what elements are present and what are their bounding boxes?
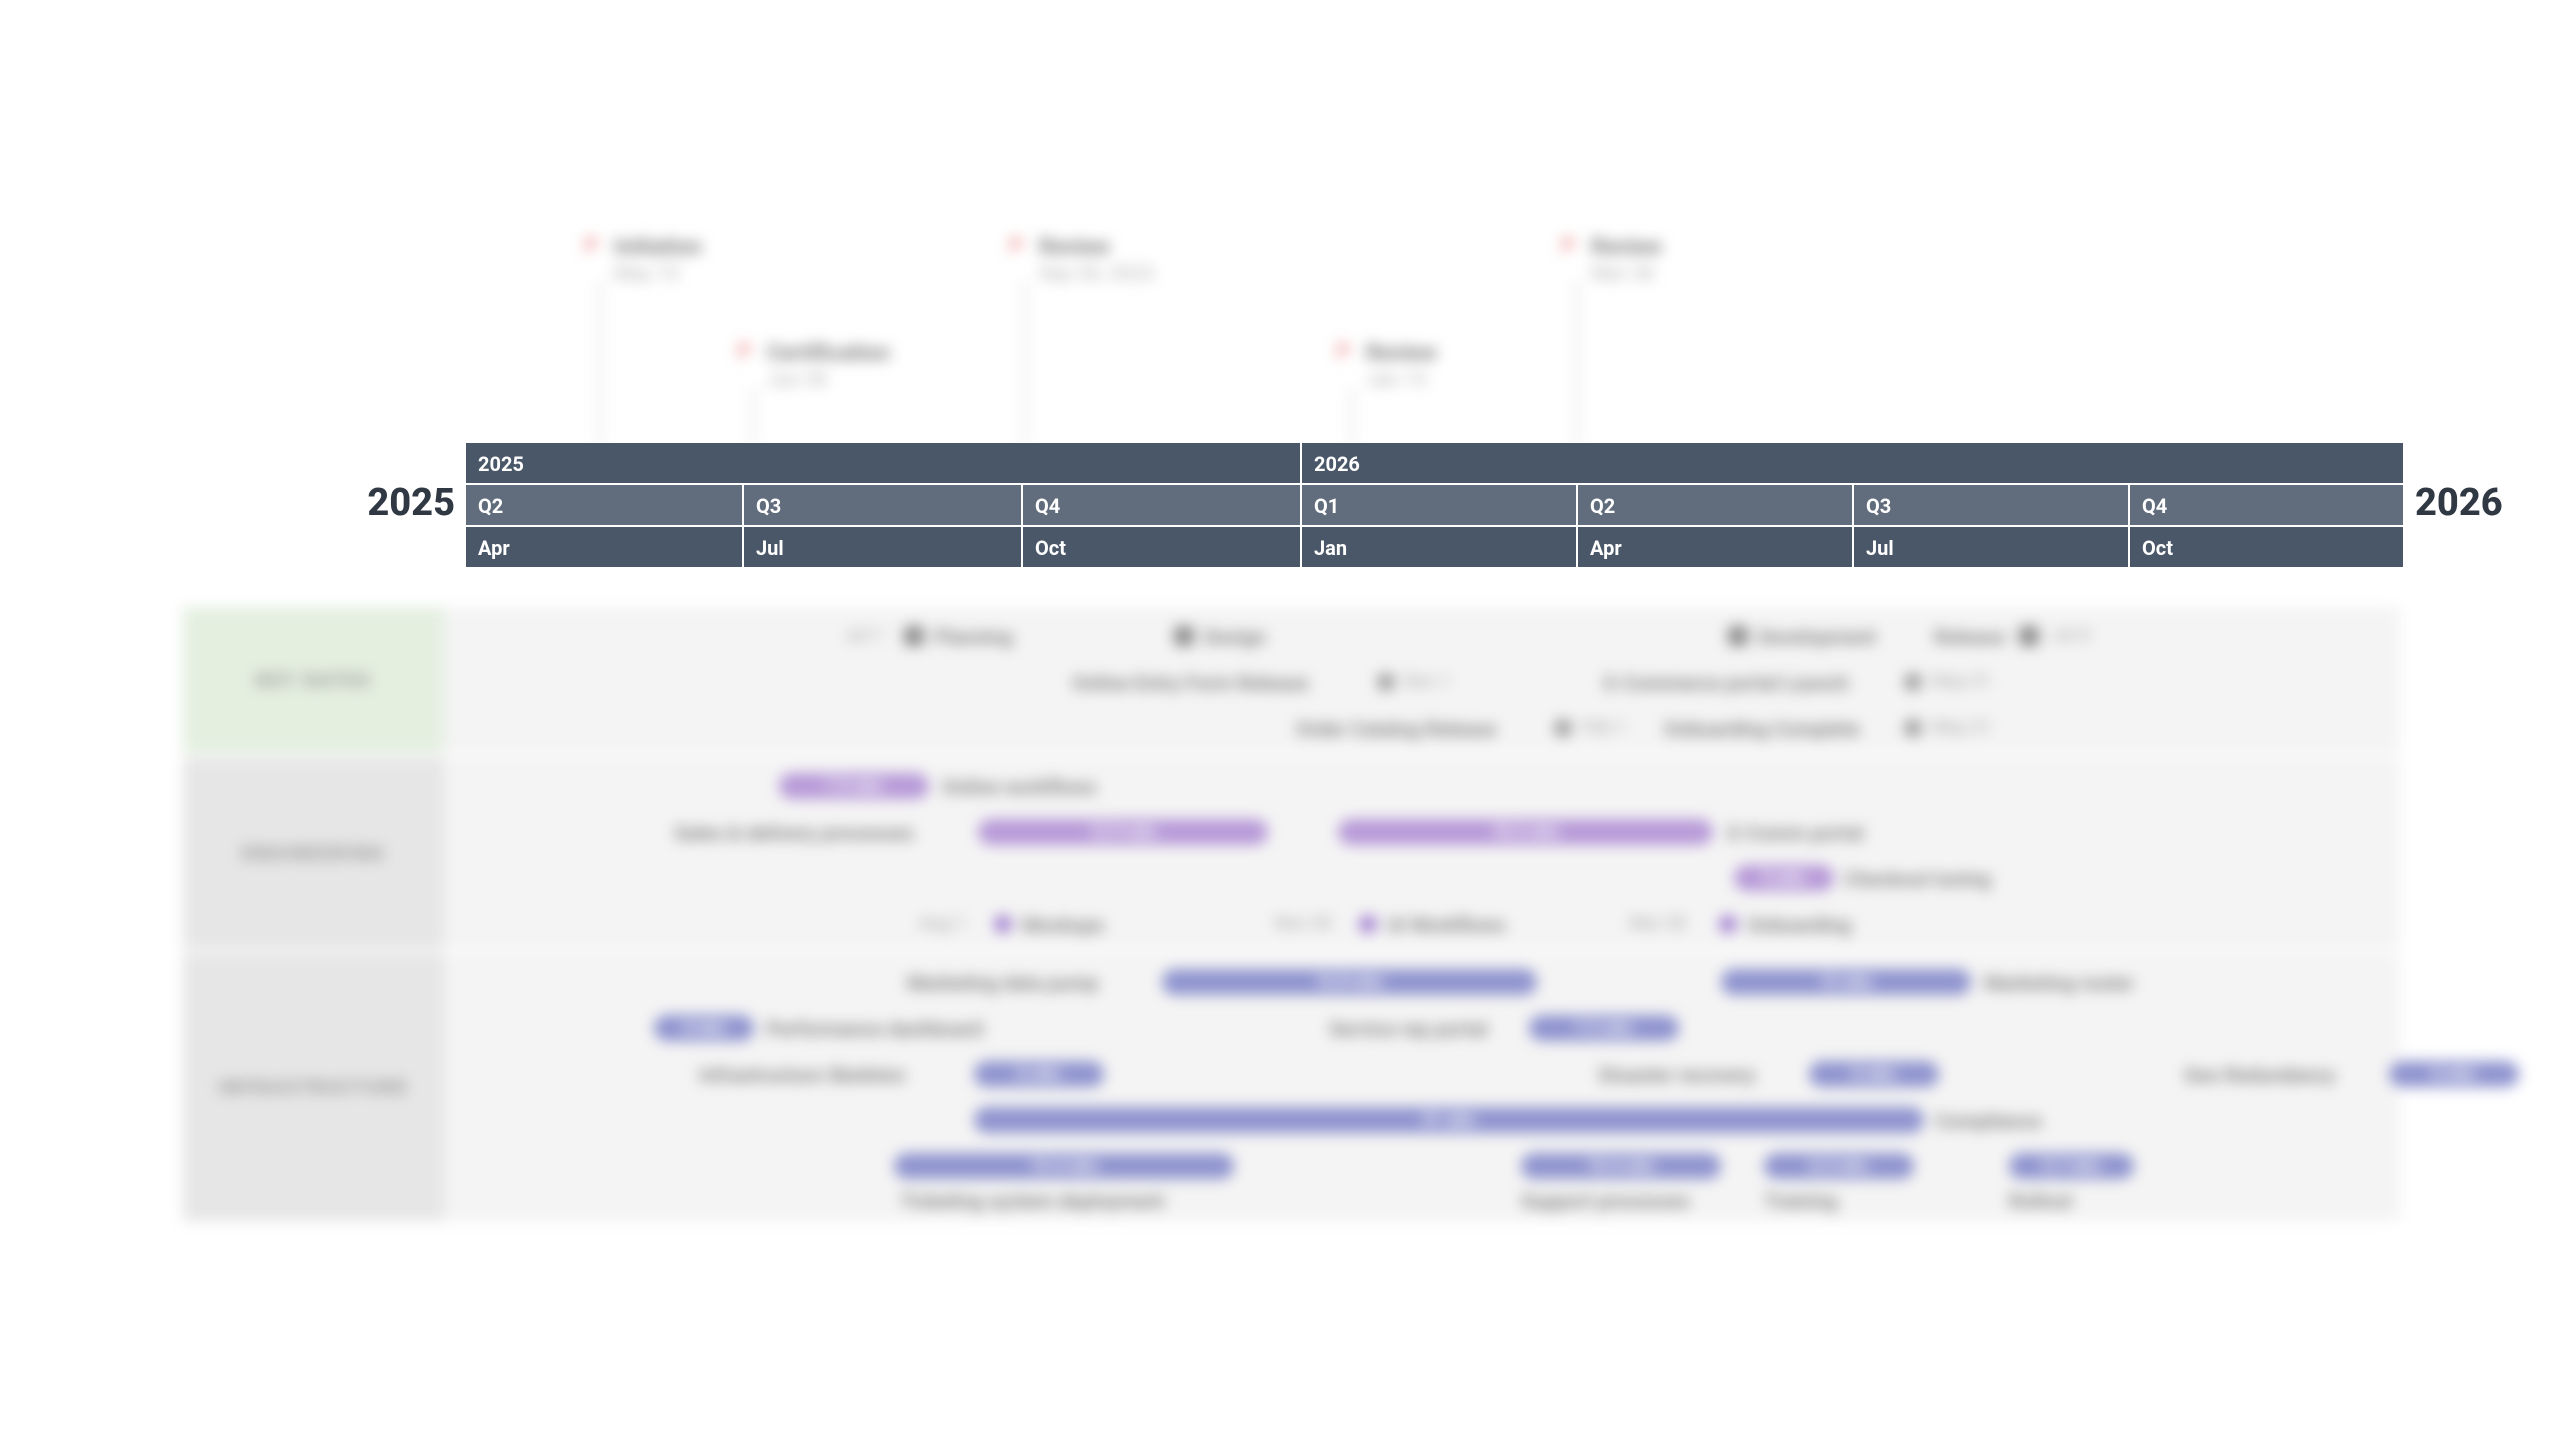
task-bar: 12.9 wks (978, 819, 1268, 845)
square-icon (2019, 626, 2039, 646)
lane-engineering: ENGINEERING 7.9 wks Online workflows Sal… (183, 757, 2400, 949)
dot-icon (1719, 915, 1737, 933)
timescale-quarter: Q2 (466, 485, 744, 525)
milestone-date: Jan 13 (1366, 367, 1437, 391)
milestone-date: Sep 30, 2023 (1039, 261, 1154, 285)
task-bar: 18.2 wks (1338, 819, 1713, 845)
square-icon (904, 626, 924, 646)
milestone-flag: ReviewJan 13 (1334, 341, 1437, 391)
timescale-quarter: Q3 (744, 485, 1023, 525)
dot-icon (1554, 719, 1572, 737)
lane-header: ENGINEERING (183, 757, 444, 949)
flag-icon (735, 341, 757, 363)
timescale-quarter: Q4 (2130, 485, 2403, 525)
timescale-month: Jan (1302, 527, 1578, 567)
milestone-title: Review (1591, 235, 1662, 261)
task-bar: 5 wks (1734, 865, 1834, 891)
flag-icon (1334, 341, 1356, 363)
task-bar: 4 wks (654, 1015, 754, 1041)
task-bar: 12 wks (1721, 969, 1971, 995)
task-bar: 41 wks (974, 1107, 1924, 1133)
milestone-flag: ReviewSep 30, 2023 (1007, 235, 1154, 285)
milestone-flag: CertificationJun 30 (735, 341, 890, 391)
dot-icon (994, 915, 1012, 933)
timescale-month: Jul (744, 527, 1023, 567)
square-icon (1728, 626, 1748, 646)
task-bar: 16.8 wks (1162, 969, 1537, 995)
timescale-month: Jul (1854, 527, 2130, 567)
milestone-date: Mar 28 (1591, 261, 1662, 285)
timescale-month: Oct (1023, 527, 1302, 567)
task-bar: 7.9 wks (779, 773, 929, 799)
dot-icon (1377, 673, 1395, 691)
dot-icon (1904, 719, 1922, 737)
timescale-month: Oct (2130, 527, 2403, 567)
timescale-quarter: Q4 (1023, 485, 1302, 525)
lane-header: KEY DATES (183, 607, 444, 753)
milestone-flag: InitiationMay 10 (582, 235, 702, 285)
square-icon (1174, 626, 1194, 646)
timescale-quarter: Q1 (1302, 485, 1578, 525)
flag-icon (582, 235, 604, 257)
milestone-title: Review (1366, 341, 1437, 367)
timescale-quarter: Q3 (1854, 485, 2130, 525)
dot-icon (1904, 673, 1922, 691)
timescale-year: 2025 (466, 443, 1302, 483)
lane-header: INFRASTRUCTURE (183, 953, 444, 1221)
year-label-left: 2025 (367, 481, 455, 525)
lane-infrastructure: INFRASTRUCTURE Marketing data pump 16.8 … (183, 953, 2400, 1221)
milestone-flag: ReviewMar 28 (1559, 235, 1662, 285)
timescale-quarter: Q2 (1578, 485, 1854, 525)
task-bar: 6 wks (1809, 1061, 1939, 1087)
swimlanes: KEY DATES Jul 1 Planning Design Developm… (183, 607, 2400, 1225)
timescale-quarters: Q2 Q3 Q4 Q1 Q2 Q3 Q4 (466, 483, 2403, 525)
lane-key-dates: KEY DATES Jul 1 Planning Design Developm… (183, 607, 2400, 753)
milestone-title: Review (1039, 235, 1154, 261)
task-bar: 6 wks (974, 1061, 1104, 1087)
task-bar: 7.2 wks (1529, 1015, 1679, 1041)
milestone-date: Jun 30 (767, 367, 890, 391)
milestone-date: May 10 (614, 261, 702, 285)
timescale: 2025 2026 Q2 Q3 Q4 Q1 Q2 Q3 Q4 Apr Jul O… (466, 443, 2403, 567)
dot-icon (1359, 915, 1377, 933)
flag-icon (1007, 235, 1029, 257)
task-bar: 6.2 wks (1764, 1153, 1914, 1179)
task-bar: 6 wks (2389, 1061, 2519, 1087)
timescale-month: Apr (1578, 527, 1854, 567)
flag-icon (1559, 235, 1581, 257)
task-bar: 10.4 wks (1521, 1153, 1721, 1179)
timescale-year: 2026 (1302, 443, 2403, 483)
timescale-years: 2025 2026 (466, 443, 2403, 483)
task-bar: 5.7 wks (2009, 1153, 2134, 1179)
milestone-title: Initiation (614, 235, 702, 261)
timescale-month: Apr (466, 527, 744, 567)
milestone-title: Certification (767, 341, 890, 367)
task-bar: 15.4 wks (894, 1153, 1234, 1179)
year-label-right: 2026 (2415, 481, 2503, 525)
timescale-months: Apr Jul Oct Jan Apr Jul Oct (466, 525, 2403, 567)
